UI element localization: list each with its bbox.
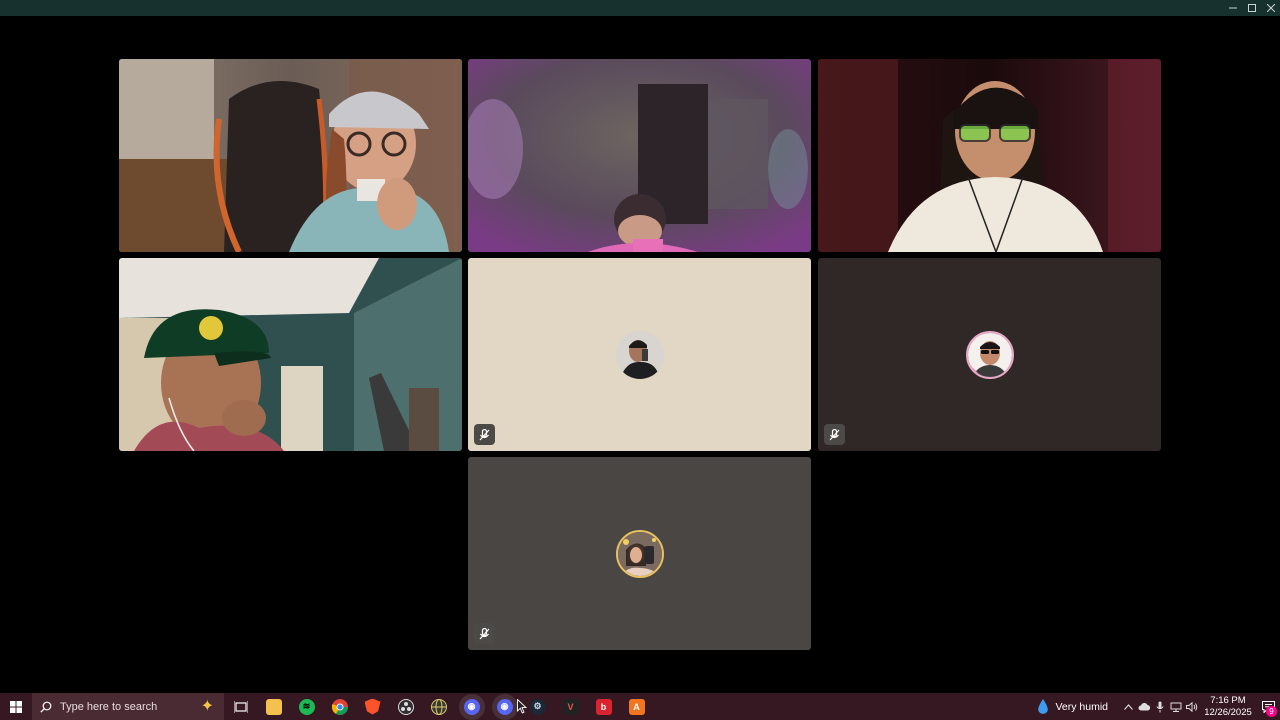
participant-tile-4[interactable]	[119, 258, 462, 451]
system-tray: Very humid 7:16 PM 12/26/2025 9	[1037, 693, 1280, 720]
chevron-up-icon	[1123, 703, 1133, 710]
water-drop-icon	[1038, 698, 1049, 714]
taskbar-app-vortex[interactable]: V	[554, 693, 587, 720]
search-highlight-icon: ✦	[200, 698, 214, 715]
discord-icon: ◉	[496, 698, 513, 715]
folder-icon	[265, 698, 282, 715]
tray-microphone[interactable]	[1152, 693, 1168, 720]
minimize-icon	[1228, 7, 1237, 9]
close-icon	[1266, 4, 1275, 12]
spotify-icon: ≋	[298, 698, 315, 715]
muted-indicator	[474, 424, 495, 445]
cloud-icon	[1138, 703, 1150, 711]
selfie-woman-avatar	[615, 529, 664, 578]
taskbar-app-arc[interactable]: A	[620, 693, 653, 720]
taskbar-app-obs[interactable]	[389, 693, 422, 720]
globe-icon	[430, 698, 447, 715]
network-icon	[1170, 702, 1182, 712]
notification-count-badge: 9	[1266, 706, 1277, 717]
participant-tile-5[interactable]	[468, 258, 811, 451]
maximize-icon	[1247, 4, 1256, 12]
muted-indicator	[474, 623, 495, 644]
participant-video-1	[119, 59, 462, 252]
mic-off-icon	[479, 627, 490, 639]
participant-video-3	[818, 59, 1161, 252]
title-bar	[0, 0, 1280, 16]
microphone-icon	[1156, 701, 1164, 712]
shield-icon: b	[595, 698, 612, 715]
mic-off-icon	[479, 428, 490, 440]
tray-volume[interactable]	[1184, 693, 1200, 720]
windows-logo-icon	[10, 700, 22, 713]
search-placeholder: Type here to search	[60, 700, 158, 713]
weather-widget[interactable]: Very humid	[1037, 698, 1108, 715]
task-view-icon	[233, 700, 248, 713]
search-icon	[40, 701, 52, 713]
task-view-button[interactable]	[224, 693, 257, 720]
mic-off-icon	[829, 428, 840, 440]
notification-center-button[interactable]: 9	[1256, 693, 1280, 720]
weather-text: Very humid	[1055, 700, 1108, 713]
participant-tile-1[interactable]	[119, 59, 462, 252]
tray-onedrive[interactable]	[1136, 693, 1152, 720]
taskbar-search-box[interactable]: Type here to search ✦	[32, 693, 224, 720]
speaker-icon	[1186, 701, 1198, 712]
taskbar-app-bitwarden[interactable]: b	[587, 693, 620, 720]
taskbar-app-spotify[interactable]: ≋	[290, 693, 323, 720]
muted-indicator	[824, 424, 845, 445]
participant-tile-3[interactable]	[818, 59, 1161, 252]
window-controls	[1223, 0, 1280, 16]
mirror-selfie-avatar	[615, 330, 664, 379]
obs-icon	[397, 698, 414, 715]
tray-network[interactable]	[1168, 693, 1184, 720]
brave-icon	[364, 698, 381, 715]
a-logo-icon: A	[628, 698, 645, 715]
participant-video-2	[468, 59, 811, 252]
taskbar-app-file-explorer[interactable]	[257, 693, 290, 720]
start-button[interactable]	[0, 693, 32, 720]
minimize-button[interactable]	[1223, 0, 1242, 16]
steam-icon: ⚙	[529, 698, 546, 715]
participant-tile-7[interactable]	[468, 457, 811, 650]
participant-tile-2[interactable]	[468, 59, 811, 252]
taskbar-app-discord-canary[interactable]: ◉	[455, 693, 488, 720]
taskbar-clock[interactable]: 7:16 PM 12/26/2025	[1204, 695, 1252, 719]
participant-video-4	[119, 258, 462, 451]
maximize-button[interactable]	[1242, 0, 1261, 16]
windows-taskbar: Type here to search ✦ ≋ ◉ ◉ ⚙ V b A Very…	[0, 693, 1280, 720]
taskbar-app-chrome[interactable]	[323, 693, 356, 720]
chrome-icon	[331, 698, 348, 715]
clock-date: 12/26/2025	[1204, 706, 1252, 718]
mouse-cursor-icon	[517, 699, 527, 714]
taskbar-app-browser[interactable]	[422, 693, 455, 720]
discord-canary-icon: ◉	[463, 698, 480, 715]
close-button[interactable]	[1261, 0, 1280, 16]
show-hidden-icons-button[interactable]	[1120, 693, 1136, 720]
sunglasses-avatar	[965, 330, 1014, 379]
clock-time: 7:16 PM	[1210, 694, 1246, 706]
video-call-stage	[0, 16, 1280, 693]
taskbar-app-brave[interactable]	[356, 693, 389, 720]
participant-tile-6[interactable]	[818, 258, 1161, 451]
vortex-icon: V	[562, 698, 579, 715]
